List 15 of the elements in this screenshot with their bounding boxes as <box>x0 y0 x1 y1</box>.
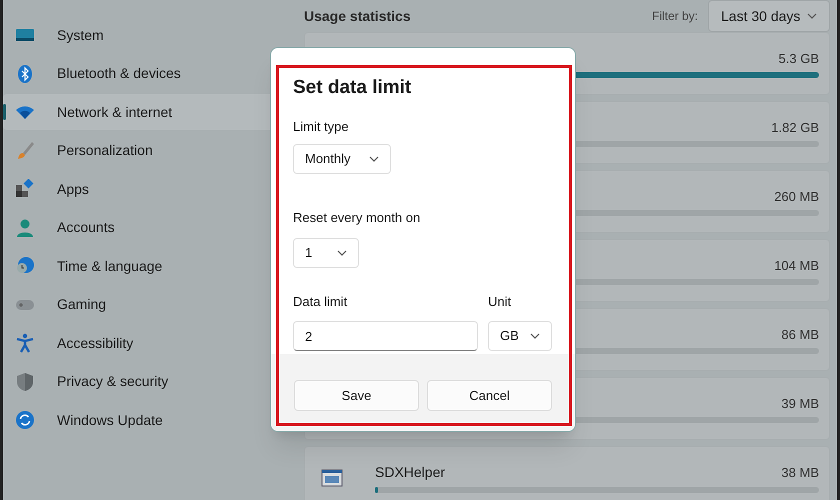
app-name: SDXHelper <box>375 463 446 482</box>
field-label: Data limit <box>293 292 348 310</box>
field-label: Unit <box>488 292 512 310</box>
usage-amount: 5.3 GB <box>778 50 819 68</box>
usage-amount: 86 MB <box>781 326 819 344</box>
usage-amount: 38 MB <box>781 464 819 482</box>
dialog-title: Set data limit <box>293 76 412 100</box>
usage-amount: 260 MB <box>774 188 819 206</box>
section-title: Usage statistics <box>304 6 411 26</box>
field-label: Reset every month on <box>293 209 422 227</box>
usage-amount: 39 MB <box>781 394 819 413</box>
usage-amount: 104 MB <box>774 256 819 275</box>
field-label: Limit type <box>293 118 350 136</box>
filter-label: Filter by: <box>652 8 698 25</box>
usage-amount: 1.82 GB <box>771 118 819 137</box>
